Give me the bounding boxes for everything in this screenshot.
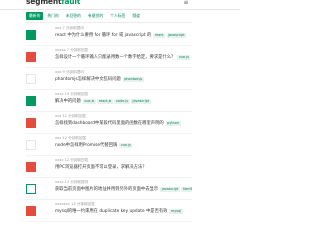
question-tag[interactable]: python <box>165 120 181 126</box>
tab-personal-tags[interactable]: 个人标签 <box>107 12 128 20</box>
question-meta: xxxxx 7 分钟前回答 <box>55 48 89 52</box>
question-title-row: react 中为什么要用 for 循环 for 或 javascript 的 re… <box>55 32 192 38</box>
tabs-divider <box>26 22 192 23</box>
question-item[interactable]: xxxxx 7 分钟前回答怎样设计一个循环输入只能录用数一个数字给定，要求是什么… <box>26 46 192 68</box>
question-title[interactable]: phantomjs怎样解决中文乱码问题 <box>55 76 121 82</box>
question-tag[interactable]: react.js <box>97 98 113 104</box>
question-tag[interactable]: react <box>153 32 166 38</box>
question-tag[interactable]: mysql <box>169 208 183 214</box>
question-meta: xxx 11 分钟前回答 <box>55 114 87 118</box>
question-tag[interactable]: node.js <box>114 98 130 104</box>
question-tag[interactable]: javascript <box>166 32 187 38</box>
question-tag[interactable]: javascript <box>131 98 151 104</box>
question-item[interactable]: xxxx 12 分钟前回答用PC浏览器打开页面不可以登录，求解决方法？ <box>26 156 192 178</box>
question-tag[interactable]: phantomjs <box>122 76 144 82</box>
site-logo[interactable]: segmentfault <box>26 0 80 6</box>
menu-icon[interactable]: ≡ <box>182 0 190 6</box>
question-title-row: 解决中的问题 vue.js react.js node.js javascript <box>55 98 192 104</box>
answer-count-box <box>26 30 36 40</box>
question-title[interactable]: mysql的唯一约束用在 duplicate key update 中是否有效 <box>55 208 167 214</box>
answer-count-box <box>26 96 36 106</box>
question-item[interactable]: xxxxxxx 13 分钟前回答 mysql的唯一约束用在 duplicate k… <box>26 200 192 222</box>
answer-count-box <box>26 140 36 150</box>
tab-bounty[interactable]: 有悬赏的 <box>85 12 106 20</box>
question-list: xxx 7 分钟前提问 react 中为什么要用 for 循环 for 或 jav… <box>26 24 195 222</box>
question-meta: xxx 9 分钟前提问 <box>55 70 84 74</box>
question-meta: xxx 7 分钟前提问 <box>55 26 84 30</box>
answer-count-box <box>26 52 36 62</box>
answer-count-box <box>26 118 36 128</box>
question-meta: xxxx 12 分钟前提问 <box>55 180 89 184</box>
question-tag[interactable]: vue.js <box>177 54 191 60</box>
question-item[interactable]: xxx 11 分钟前回答怎样找到dashboard中某段代码里面的函数在哪里声明… <box>26 112 192 134</box>
logo-text-suffix: fault <box>61 0 81 6</box>
question-title-row: node中怎样用Promise代替回调 vue.js <box>55 142 192 148</box>
top-navbar: segmentfault ≡ <box>0 0 240 10</box>
tab-channels[interactable]: 频道 <box>129 12 143 20</box>
question-title[interactable]: 获取当前页面中图片的地址并用到另外的页面中去显示 <box>55 186 158 192</box>
question-item[interactable]: xxxx 12 分钟前提问获取当前页面中图片的地址并用到另外的页面中去显示 jav… <box>26 178 195 200</box>
question-title[interactable]: 怎样设计一个循环输入只能录用数一个数字给定，要求是什么？ <box>55 54 175 60</box>
question-meta: xxxxxxx 13 分钟前回答 <box>55 202 95 206</box>
question-title[interactable]: 怎样找到dashboard中某段代码里面的函数在哪里声明的 <box>55 120 164 126</box>
question-item[interactable]: xxxx 10 分钟前回答 解决中的问题 vue.js react.js node.js… <box>26 90 192 112</box>
question-title[interactable]: node中怎样用Promise代替回调 <box>55 142 117 148</box>
question-title-row: phantomjs怎样解决中文乱码问题 phantomjs <box>55 76 192 82</box>
tab-unanswered[interactable]: 未回答的 <box>63 12 84 20</box>
question-item[interactable]: xxx 12 分钟前回答 node中怎样用Promise代替回调 vue.js <box>26 134 192 156</box>
question-tag[interactable]: javascript <box>160 186 180 192</box>
question-title-row: 获取当前页面中图片的地址并用到另外的页面中去显示 javascript html5 <box>55 186 195 192</box>
question-item[interactable]: xxx 7 分钟前提问 react 中为什么要用 for 循环 for 或 jav… <box>26 24 192 46</box>
question-tabs: 最新的 热门的 未回答的 有悬赏的 个人标签 频道 <box>26 11 192 20</box>
question-title[interactable]: react 中为什么要用 for 循环 for 或 javascript 的 <box>55 32 151 38</box>
question-item[interactable]: xxx 9 分钟前提问 phantomjs怎样解决中文乱码问题 phantomjs <box>26 68 192 90</box>
question-title[interactable]: 解决中的问题 <box>55 98 81 104</box>
answer-count-box <box>26 162 36 172</box>
question-meta: xxx 12 分钟前回答 <box>55 136 87 140</box>
answer-count-box <box>26 184 36 194</box>
question-tag[interactable]: vue.js <box>119 142 133 148</box>
question-meta: xxxx 12 分钟前回答 <box>55 158 89 162</box>
question-title-row: 怎样找到dashboard中某段代码里面的函数在哪里声明的 python <box>55 120 192 126</box>
question-title-row: 怎样设计一个循环输入只能录用数一个数字给定，要求是什么？ vue.js <box>55 54 192 60</box>
question-tag[interactable]: vue.js <box>82 98 96 104</box>
answer-count-box <box>26 74 36 84</box>
question-meta: xxxx 10 分钟前回答 <box>55 92 89 96</box>
logo-text-prefix: segment <box>26 0 62 6</box>
tab-hottest[interactable]: 热门的 <box>44 12 61 20</box>
tab-newest[interactable]: 最新的 <box>26 11 44 20</box>
question-title-row: 用PC浏览器打开页面不可以登录，求解决方法？ <box>55 164 192 170</box>
answer-count-box <box>26 206 36 216</box>
question-title[interactable]: 用PC浏览器打开页面不可以登录，求解决方法？ <box>55 164 147 170</box>
question-title-row: mysql的唯一约束用在 duplicate key update 中是否有效 m… <box>55 208 192 214</box>
right-margin <box>192 24 240 220</box>
